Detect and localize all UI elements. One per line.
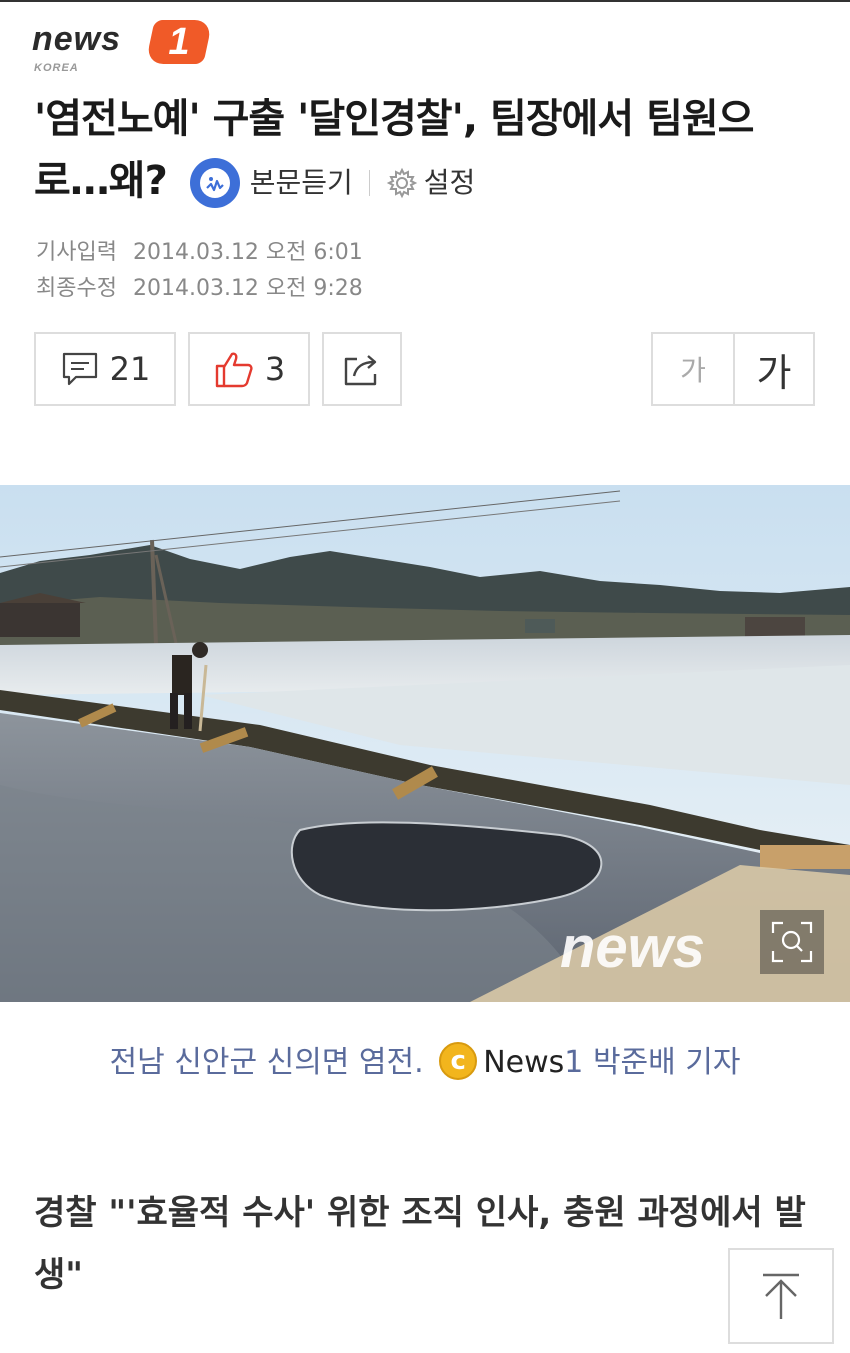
share-button[interactable]: [322, 332, 402, 406]
article-subheading: 경찰 "'효율적 수사' 위한 조직 인사, 충원 과정에서 발생": [34, 1193, 806, 1295]
tools-divider: [368, 170, 370, 196]
article-headline: '염전노예' 구출 '달인경찰', 팀장에서 팀원으로…왜? 본문듣기 설정: [34, 88, 824, 214]
logo-wordmark: news: [32, 20, 122, 58]
share-icon: [341, 349, 383, 389]
comment-button[interactable]: 21: [34, 332, 176, 406]
arrow-up-icon: [757, 1269, 805, 1323]
modified-label: 최종수정: [36, 276, 117, 301]
zoom-icon[interactable]: [760, 910, 824, 974]
caption-source-number: 1: [564, 1045, 584, 1080]
logo-badge-number: 1: [168, 21, 190, 63]
published-value: 2014.03.12 오전 6:01: [132, 240, 363, 265]
modified-value: 2014.03.12 오전 9:28: [132, 276, 363, 301]
logo-subtitle: KOREA: [34, 62, 79, 74]
font-large-label: 가: [756, 350, 792, 395]
modified-info: 최종수정 2014.03.12 오전 9:28: [36, 270, 363, 302]
photo-watermark: news: [560, 915, 705, 980]
like-count: 3: [264, 350, 286, 388]
like-button[interactable]: 3: [188, 332, 310, 406]
speaker-face-icon[interactable]: [189, 158, 240, 208]
published-info: 기사입력 2014.03.12 오전 6:01: [36, 234, 363, 266]
comment-count: 21: [109, 350, 151, 388]
font-small-label: 가: [680, 354, 706, 387]
comment-icon: [60, 350, 100, 388]
news1-logo[interactable]: news 1 KOREA: [32, 16, 213, 78]
copyright-icon: c: [439, 1041, 478, 1080]
headline-tools: 본문듣기 설정: [189, 152, 476, 214]
caption-source: News: [483, 1045, 565, 1080]
font-decrease-button[interactable]: 가: [651, 332, 735, 406]
listen-button[interactable]: 본문듣기: [250, 152, 353, 214]
article-photo[interactable]: news: [0, 485, 850, 1002]
thumbs-up-icon: [213, 349, 255, 389]
caption-reporter: 박준배 기자: [592, 1045, 741, 1080]
gear-icon[interactable]: [386, 167, 418, 199]
scroll-top-button[interactable]: [728, 1248, 834, 1344]
photo-caption: 전남 신안군 신의면 염전. c News1 박준배 기자: [0, 1037, 850, 1083]
published-label: 기사입력: [36, 240, 117, 265]
settings-button[interactable]: 설정: [424, 152, 476, 214]
font-increase-button[interactable]: 가: [733, 332, 815, 406]
caption-text: 전남 신안군 신의면 염전.: [109, 1045, 424, 1080]
logo-badge: 1: [145, 20, 213, 64]
